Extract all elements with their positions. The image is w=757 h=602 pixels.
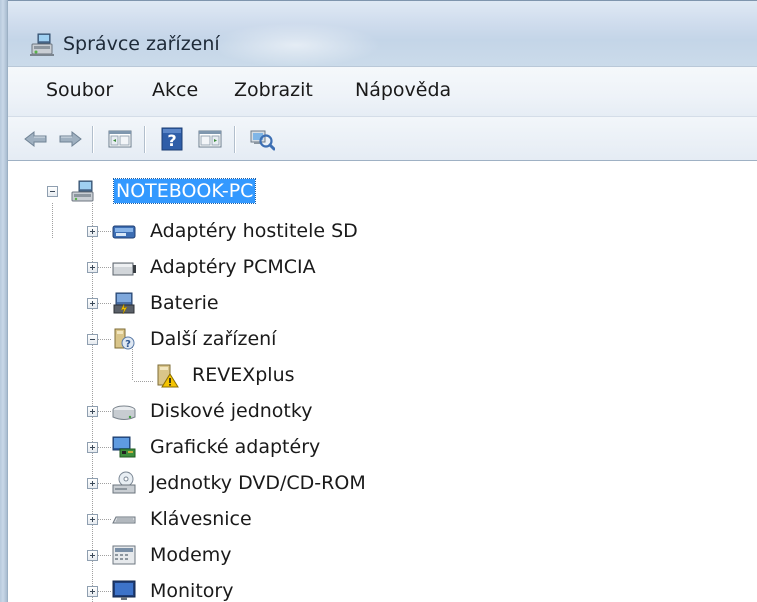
expand-toggle[interactable] (87, 226, 98, 237)
expand-toggle[interactable] (87, 262, 98, 273)
back-button[interactable] (20, 123, 52, 155)
svg-text:?: ? (167, 131, 176, 150)
tree-item-label: Jednotky DVD/CD-ROM (150, 472, 366, 494)
battery-icon (113, 292, 135, 315)
sd-host-adapter-icon (112, 225, 136, 239)
tree-item-label: Adaptéry hostitele SD (150, 220, 358, 242)
svg-text:?: ? (125, 339, 131, 350)
tree-item[interactable]: Baterie (8, 288, 708, 318)
menu-view[interactable]: Zobrazit (234, 79, 313, 101)
collapse-toggle[interactable] (47, 186, 58, 197)
menu-help[interactable]: Nápověda (355, 79, 451, 101)
device-manager-window: Správce zařízení Soubor Akce Zobrazit Ná… (0, 0, 757, 602)
scan-hardware-changes-icon (250, 130, 275, 151)
toolbar-separator (144, 126, 146, 153)
back-arrow-icon (24, 130, 47, 148)
tree-item-label: Další zařízení (150, 328, 277, 350)
window-left-border (0, 0, 8, 602)
display-adapter-icon (112, 436, 136, 458)
expand-toggle[interactable] (87, 298, 98, 309)
tree-item[interactable]: ? Další zařízení (8, 324, 708, 354)
tree-item-label: REVEXplus (192, 364, 295, 386)
tree-item[interactable]: Monitory (8, 576, 708, 602)
tree-item[interactable]: Modemy (8, 540, 708, 570)
device-tree-pane[interactable]: NOTEBOOK-PC Adaptéry hostitele SD Adapté… (8, 161, 757, 602)
tree-item[interactable]: Grafické adaptéry (8, 432, 708, 462)
toolbar-separator (92, 126, 94, 153)
tree-item-label: Klávesnice (150, 508, 252, 530)
other-devices-icon: ? (114, 328, 135, 350)
tree-connector (98, 483, 112, 484)
tree-connector (98, 303, 112, 304)
title-bar[interactable]: Správce zařízení (0, 0, 757, 67)
tree-connector (98, 267, 112, 268)
dvd-drive-icon (112, 471, 136, 494)
tree-connector (98, 231, 112, 232)
modem-icon (112, 545, 136, 565)
collapse-toggle[interactable] (87, 334, 98, 345)
menu-bar: Soubor Akce Zobrazit Nápověda (8, 66, 757, 116)
show-hide-console-tree-button[interactable] (104, 123, 136, 155)
tree-item[interactable]: Jednotky DVD/CD-ROM (8, 468, 708, 498)
forward-button[interactable] (54, 123, 86, 155)
tree-item-label: Modemy (150, 544, 232, 566)
tree-connector (98, 447, 112, 448)
tree-item-label: Monitory (150, 580, 234, 602)
tree-connector (98, 519, 112, 520)
expand-toggle[interactable] (87, 406, 98, 417)
scan-hardware-button[interactable] (246, 123, 278, 155)
unknown-device-warning-icon (157, 364, 179, 388)
toolbar: ? (8, 116, 757, 161)
show-action-pane-icon (198, 130, 222, 148)
disk-drive-icon (112, 405, 136, 420)
tree-item[interactable]: Klávesnice (8, 504, 708, 534)
tree-connector (98, 591, 112, 592)
tree-root-label: NOTEBOOK-PC (112, 178, 257, 204)
expand-toggle[interactable] (87, 478, 98, 489)
computer-icon (71, 180, 94, 202)
show-action-pane-button[interactable] (194, 123, 226, 155)
expand-toggle[interactable] (87, 586, 98, 597)
keyboard-icon (112, 516, 136, 524)
tree-root-row[interactable]: NOTEBOOK-PC (8, 176, 708, 206)
title-bar-glow (211, 23, 381, 67)
tree-connector (98, 411, 112, 412)
tree-connector (98, 339, 112, 340)
tree-connector (98, 555, 112, 556)
tree-item[interactable]: Adaptéry PCMCIA (8, 252, 708, 282)
tree-item-label: Diskové jednotky (150, 400, 313, 422)
show-hide-console-tree-icon (108, 130, 132, 148)
tree-item-label: Grafické adaptéry (150, 436, 321, 458)
expand-toggle[interactable] (87, 442, 98, 453)
device-manager-app-icon (30, 33, 54, 56)
help-button[interactable]: ? (156, 123, 188, 155)
window-title: Správce zařízení (63, 33, 220, 55)
monitor-icon (112, 580, 136, 600)
expand-toggle[interactable] (87, 550, 98, 561)
menu-file[interactable]: Soubor (46, 79, 113, 101)
forward-arrow-icon (59, 130, 82, 148)
tree-item-label: Adaptéry PCMCIA (150, 256, 316, 278)
tree-item-child[interactable]: REVEXplus (8, 360, 708, 390)
tree-item[interactable]: Diskové jednotky (8, 396, 708, 426)
expand-toggle[interactable] (87, 514, 98, 525)
toolbar-separator (234, 126, 236, 153)
tree-item-label: Baterie (150, 292, 219, 314)
menu-action[interactable]: Akce (152, 79, 198, 101)
pcmcia-adapter-icon (112, 262, 136, 276)
tree-item[interactable]: Adaptéry hostitele SD (8, 216, 708, 246)
help-icon: ? (161, 127, 183, 151)
